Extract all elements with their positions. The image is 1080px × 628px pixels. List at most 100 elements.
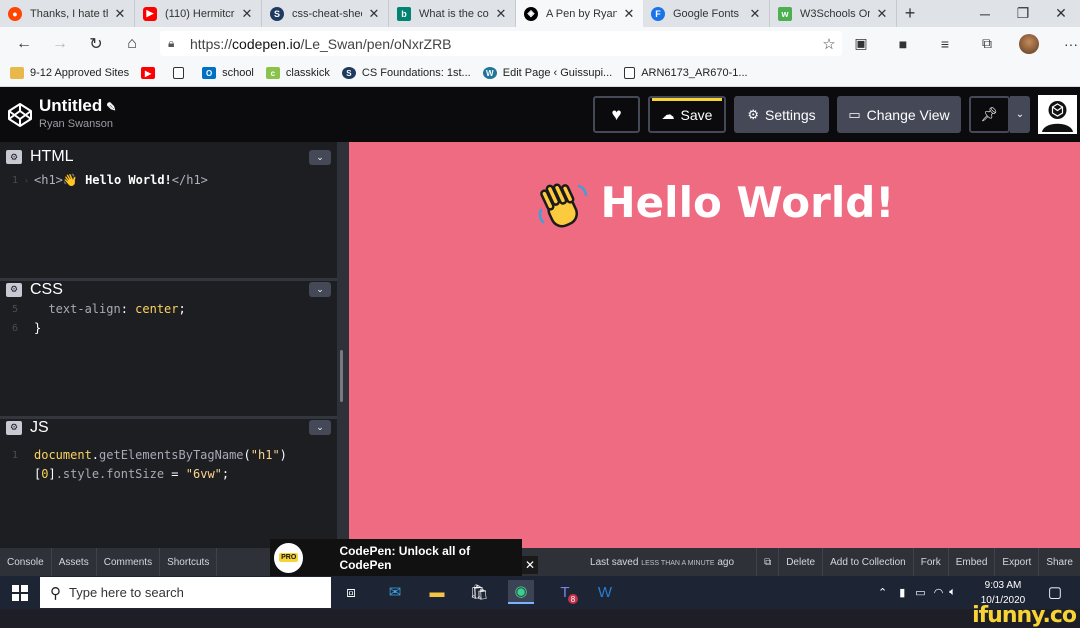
close-window-icon[interactable]: ✕ xyxy=(1042,0,1080,27)
taskbar-search-input[interactable]: ⚲ Type here to search xyxy=(40,577,331,608)
close-icon[interactable]: ✕ xyxy=(747,6,763,22)
browser-tab[interactable]: ▶ (110) Hermitcrat ✕ xyxy=(135,0,262,27)
page-icon xyxy=(173,67,185,79)
pin-dropdown-button[interactable]: ⌄ xyxy=(1010,96,1030,133)
editor-resizer[interactable] xyxy=(337,142,349,548)
browser-tab[interactable]: ● Thanks, I hate th ✕ xyxy=(0,0,135,27)
notifications-icon[interactable]: ▢ xyxy=(1042,580,1068,604)
bookmark-label: CS Foundations: 1st... xyxy=(361,67,471,79)
heart-icon: ♥ xyxy=(611,104,622,124)
like-button[interactable]: ♥ xyxy=(593,96,640,133)
bookmark[interactable]: ARN6173_AR670-1... xyxy=(624,67,748,79)
gear-icon[interactable]: ⚙ xyxy=(6,420,22,435)
bookmark[interactable]: 9-12 Approved Sites xyxy=(10,67,129,79)
pocket-icon[interactable]: ▣ xyxy=(840,27,882,60)
bookmark[interactable] xyxy=(173,67,190,79)
bookmark[interactable]: W Edit Page ‹ Guissupi... xyxy=(482,67,612,79)
code-line: 1 › <h1> 👋 Hello World! </h1> xyxy=(0,171,337,190)
change-view-button[interactable]: ▭ Change View xyxy=(837,96,961,133)
bookmark[interactable]: S CS Foundations: 1st... xyxy=(341,67,471,79)
cloud-icon: ☁ xyxy=(661,106,675,122)
close-icon[interactable]: ✕ xyxy=(874,6,890,22)
url-text[interactable]: https://codepen.io/Le_Swan/pen/oNxrZRB xyxy=(190,36,816,52)
save-button[interactable]: ☁ Save xyxy=(648,96,726,133)
embed-button[interactable]: Embed xyxy=(949,548,996,576)
close-icon[interactable]: ✕ xyxy=(522,556,538,574)
more-menu-icon[interactable]: ··· xyxy=(1050,27,1080,60)
bookmark[interactable]: c classkick xyxy=(265,67,330,79)
close-icon[interactable]: ✕ xyxy=(366,6,382,22)
gear-icon[interactable]: ⚙ xyxy=(6,150,22,164)
refresh-icon[interactable]: ↻ xyxy=(78,27,114,60)
bookmark[interactable]: O school xyxy=(202,67,254,79)
fold-arrow-icon[interactable]: › xyxy=(24,171,34,190)
edit-pencil-icon[interactable]: ✎ xyxy=(106,100,116,114)
file-explorer-icon[interactable]: ▬ xyxy=(424,580,450,604)
home-icon[interactable]: ⌂ xyxy=(114,27,150,60)
task-view-icon[interactable]: ⧈ xyxy=(338,580,364,604)
close-icon[interactable]: ✕ xyxy=(239,6,255,22)
add-to-collection-button[interactable]: Add to Collection xyxy=(823,548,914,576)
windows-start-button[interactable] xyxy=(0,576,40,609)
browser-tab[interactable]: w W3Schools Onli ✕ xyxy=(770,0,897,27)
user-avatar[interactable] xyxy=(1038,95,1077,134)
chevron-down-icon[interactable]: ⌄ xyxy=(309,149,331,165)
volume-icon[interactable]: 🔈︎ xyxy=(949,586,956,599)
fork-button[interactable]: Fork xyxy=(914,548,949,576)
shortcuts-button[interactable]: Shortcuts xyxy=(160,548,218,576)
chevron-up-icon[interactable]: ⌃ xyxy=(878,586,887,599)
restore-icon[interactable]: ❐ xyxy=(1004,0,1042,27)
share-button[interactable]: Share xyxy=(1039,548,1080,576)
browser-tab[interactable]: F Google Fonts ✕ xyxy=(643,0,770,27)
favorite-star-icon[interactable]: ☆ xyxy=(816,35,842,53)
close-icon[interactable]: ✕ xyxy=(621,6,637,22)
js-code-editor[interactable]: 1 document. getElementsByTagName("h1") [0… xyxy=(0,436,337,484)
bing-icon: b xyxy=(397,6,411,21)
html-code-editor[interactable]: 1 › <h1> 👋 Hello World! </h1> xyxy=(0,167,337,190)
collections-icon[interactable]: ⧉ xyxy=(966,27,1008,60)
favorites-list-icon[interactable]: ≡ xyxy=(924,27,966,60)
settings-button[interactable]: ⚙ Settings xyxy=(734,96,829,133)
teams-icon[interactable]: T8 xyxy=(552,580,578,604)
console-button[interactable]: Console xyxy=(0,548,52,576)
pen-author[interactable]: Ryan Swanson xyxy=(39,118,113,130)
battery-icon[interactable]: ▭ xyxy=(915,586,925,599)
profile-avatar[interactable] xyxy=(1019,33,1039,54)
codepen-logo-icon[interactable] xyxy=(6,101,34,129)
browser-tab[interactable]: S css-cheat-sheet ✕ xyxy=(262,0,389,27)
wifi-icon[interactable]: ◠ xyxy=(934,586,944,599)
css-code-editor[interactable]: 5 text-align: center; 6 } xyxy=(0,298,337,338)
browser-tab-active[interactable]: ◈ A Pen by Ryan S ✕ xyxy=(516,0,643,27)
gear-icon[interactable]: ⚙ xyxy=(6,282,22,297)
close-icon[interactable]: ✕ xyxy=(112,6,128,22)
minimize-icon[interactable]: ─ xyxy=(966,0,1004,27)
export-button[interactable]: Export xyxy=(995,548,1040,576)
forward-arrow-icon[interactable]: → xyxy=(42,27,78,60)
pro-promo-banner[interactable]: PRO CodePen: Unlock all of CodePen xyxy=(270,539,522,576)
chevron-down-icon[interactable]: ⌄ xyxy=(309,282,331,297)
bookmark-label: school xyxy=(222,67,254,79)
code-token: 0 xyxy=(41,467,49,481)
address-bar[interactable]: 🔒︎ https://codepen.io/Le_Swan/pen/oNxrZR… xyxy=(160,31,842,56)
assets-button[interactable]: Assets xyxy=(52,548,97,576)
pin-button[interactable]: 📌︎ xyxy=(969,96,1010,133)
open-external-icon[interactable]: ⧉ xyxy=(756,548,780,576)
edge-browser-icon[interactable]: ◉ xyxy=(508,580,534,604)
preview-pane[interactable]: Hello World! xyxy=(349,142,1080,548)
usb-icon[interactable]: ▮ xyxy=(899,586,905,599)
back-arrow-icon[interactable]: ← xyxy=(6,27,42,60)
chevron-down-icon[interactable]: ⌄ xyxy=(309,420,331,435)
new-tab-button[interactable]: + xyxy=(897,0,923,27)
close-icon[interactable]: ✕ xyxy=(493,6,509,22)
delete-button[interactable]: Delete xyxy=(779,548,824,576)
comments-button[interactable]: Comments xyxy=(97,548,161,576)
bookmark[interactable]: ▶ xyxy=(141,67,161,79)
pen-title[interactable]: Untitled ✎ xyxy=(39,96,116,116)
mail-icon[interactable]: ✉ xyxy=(382,580,408,604)
word-icon[interactable]: W xyxy=(592,580,618,604)
extension-icon[interactable]: ■ xyxy=(882,27,924,60)
store-icon[interactable]: 🛍︎ xyxy=(466,580,492,604)
resize-grip[interactable] xyxy=(340,350,343,402)
browser-tab[interactable]: b What is the corr ✕ xyxy=(389,0,516,27)
